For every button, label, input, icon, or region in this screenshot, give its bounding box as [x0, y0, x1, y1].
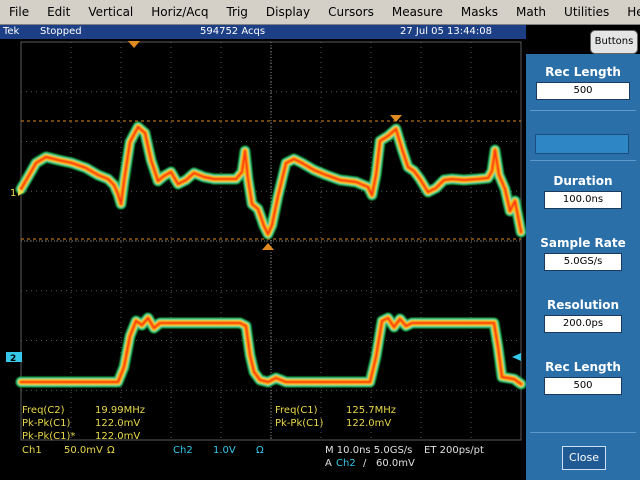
menu-horiz-acq[interactable]: Horiz/Acq [142, 0, 217, 24]
trigger-level[interactable]: 60.0mV [376, 458, 415, 469]
channel-1-marker-label: 1 [10, 188, 16, 199]
resolution-label: Resolution [546, 298, 620, 312]
rec-length-top-control: Rec Length 500 [526, 64, 640, 100]
rec-length-top-label: Rec Length [545, 65, 621, 79]
meas-freq-c2-name: Freq(C2) [22, 405, 65, 416]
ch1-termination: Ω [107, 445, 115, 456]
empty-field [535, 134, 629, 154]
close-button[interactable]: Close [562, 446, 606, 470]
menu-bar: File Edit Vertical Horiz/Acq Trig Displa… [0, 0, 640, 25]
resolution-field[interactable]: 200.0ps [544, 315, 622, 333]
duration-label: Duration [553, 174, 613, 188]
channel-2-marker-label: 2 [10, 354, 16, 364]
waveform-display: 1 2 Freq(C2) 19.99MHz Pk-Pk(C1) 122.0mV … [0, 39, 527, 442]
panel-divider [530, 160, 636, 161]
menu-trig[interactable]: Trig [217, 0, 256, 24]
sample-rate-field[interactable]: 5.0GS/s [544, 253, 622, 271]
ch1-scale[interactable]: 50.0mV [64, 445, 103, 456]
meas-pkpk-c1-right-value: 122.0mV [346, 418, 392, 429]
ch2-name[interactable]: Ch2 [173, 445, 193, 456]
duration-control: Duration 100.0ns [526, 173, 640, 209]
trigger-source[interactable]: Ch2 [336, 458, 356, 469]
menu-edit[interactable]: Edit [38, 0, 79, 24]
status-bar: Tek Stopped 594752 Acqs 27 Jul 05 13:44:… [0, 25, 526, 39]
menu-display[interactable]: Display [257, 0, 319, 24]
ch2-termination: Ω [256, 445, 264, 456]
date-time: 27 Jul 05 13:44:08 [400, 26, 492, 37]
ch2-scale[interactable]: 1.0V [213, 445, 236, 456]
buttons-button[interactable]: Buttons [590, 30, 638, 54]
menu-cursors[interactable]: Cursors [319, 0, 383, 24]
resolution-control: Resolution 200.0ps [526, 297, 640, 333]
brand-label: Tek [3, 26, 20, 37]
trigger-prefix: A [325, 458, 332, 469]
rec-length-bottom-field[interactable]: 500 [544, 377, 622, 395]
horizontal-control-panel: Rec Length 500 Duration 100.0ns Sample R… [526, 54, 640, 480]
channel-readout-bar: Ch1 50.0mV Ω Ch2 1.0V Ω M 10.0ns 5.0GS/s… [0, 442, 526, 480]
menu-help[interactable]: Help [618, 0, 640, 24]
acquisition-state: Stopped [40, 26, 82, 37]
menu-math[interactable]: Math [507, 0, 555, 24]
panel-divider [530, 432, 636, 433]
menu-vertical[interactable]: Vertical [79, 0, 142, 24]
equivalent-time-readout: ET 200ps/pt [424, 445, 484, 456]
meas-freq-c1-name: Freq(C1) [275, 405, 318, 416]
trigger-slope-icon: / [363, 458, 367, 469]
meas-pkpk-c1-right-name: Pk-Pk(C1) [275, 418, 324, 429]
panel-divider [530, 110, 636, 111]
sample-rate-label: Sample Rate [540, 236, 626, 250]
menu-file[interactable]: File [0, 0, 38, 24]
timebase-readout[interactable]: M 10.0ns 5.0GS/s [325, 445, 412, 456]
meas-freq-c1-value: 125.7MHz [346, 405, 397, 416]
sample-rate-control: Sample Rate 5.0GS/s [526, 235, 640, 271]
ch1-name[interactable]: Ch1 [22, 445, 42, 456]
rec-length-top-field[interactable]: 500 [536, 82, 630, 100]
meas-pkpk-c1-name: Pk-Pk(C1) [22, 418, 71, 429]
rec-length-bottom-label: Rec Length [545, 360, 621, 374]
meas-pkpk-c1-star-value: 122.0mV [95, 431, 141, 442]
graticule: 1 2 [0, 39, 527, 442]
duration-field[interactable]: 100.0ns [544, 191, 622, 209]
meas-pkpk-c1-value: 122.0mV [95, 418, 141, 429]
meas-freq-c2-value: 19.99MHz [95, 405, 146, 416]
meas-pkpk-c1-star-name: Pk-Pk(C1)* [22, 431, 76, 442]
acquisition-count: 594752 Acqs [200, 26, 266, 37]
menu-measure[interactable]: Measure [383, 0, 452, 24]
rec-length-bottom-control: Rec Length 500 [526, 359, 640, 395]
menu-utilities[interactable]: Utilities [555, 0, 618, 24]
menu-masks[interactable]: Masks [452, 0, 507, 24]
